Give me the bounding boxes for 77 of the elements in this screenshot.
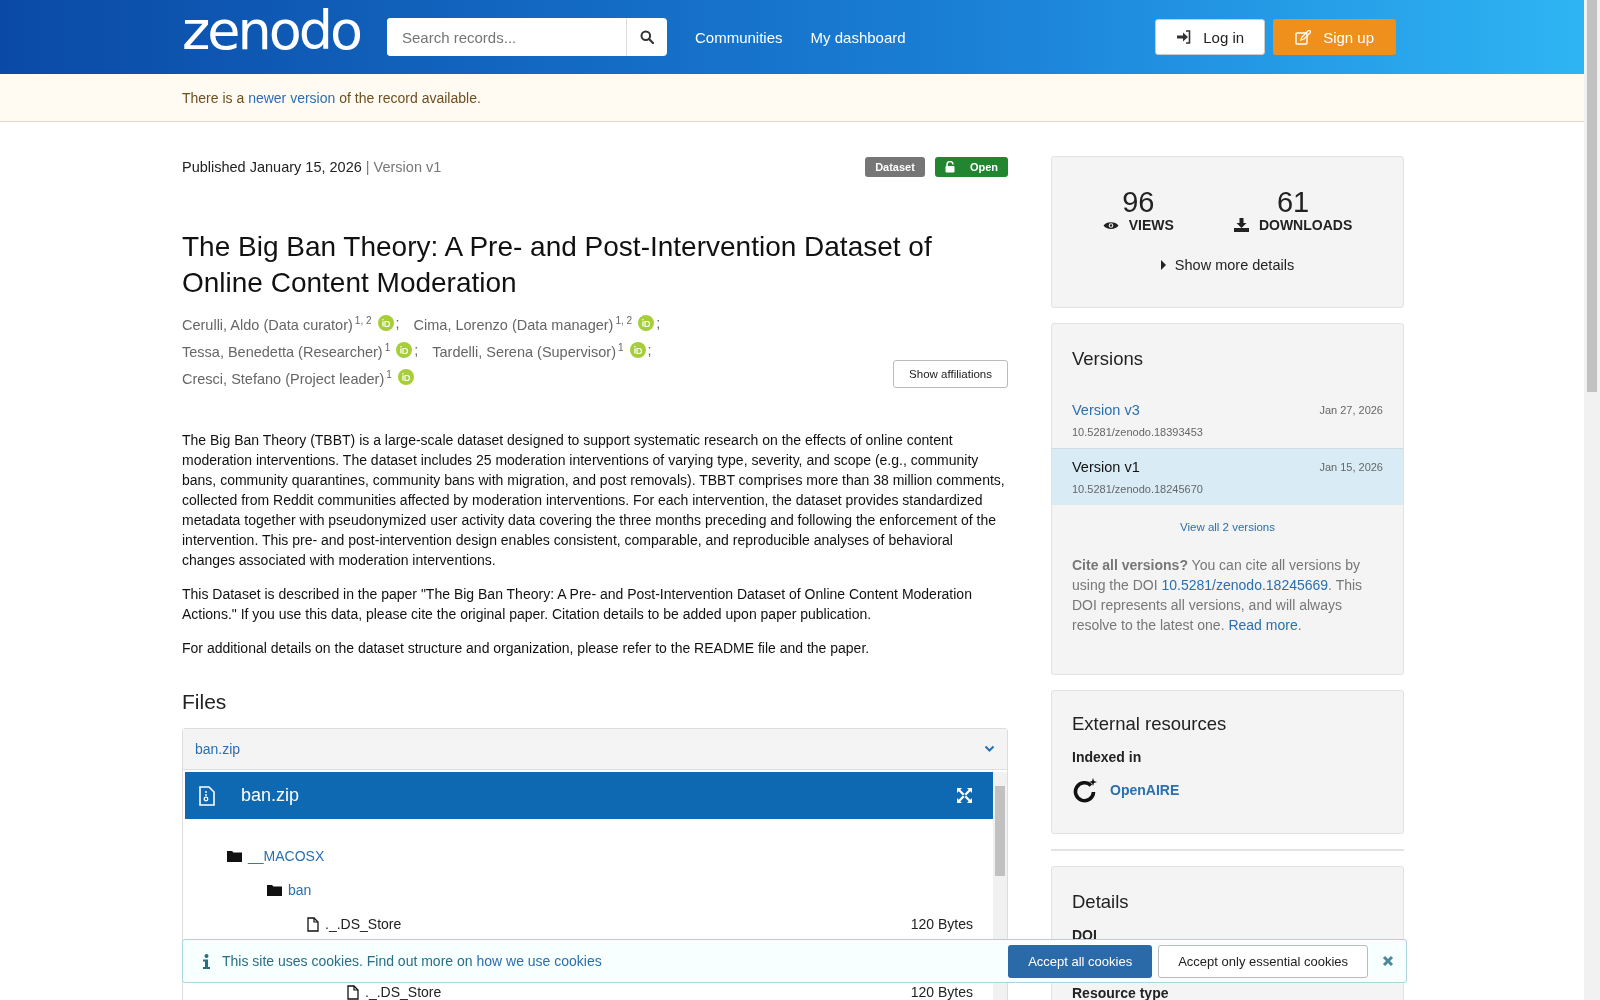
zip-file-icon <box>199 785 215 806</box>
accept-essential-cookies-button[interactable]: Accept only essential cookies <box>1158 944 1368 978</box>
openaire-link[interactable]: OpenAIRE <box>1110 782 1180 798</box>
publication-date: Published January 15, 2026 <box>182 159 362 175</box>
version-item[interactable]: Version v1 Jan 15, 2026 10.5281/zenodo.18245670 <box>1052 449 1403 505</box>
details-heading: Details <box>1071 891 1130 913</box>
indexed-in-label: Indexed in <box>1071 749 1143 765</box>
orcid-icon[interactable] <box>396 342 413 359</box>
external-resources-heading: External resources <box>1071 713 1228 735</box>
access-label: Open <box>934 157 1008 177</box>
login-icon <box>1176 30 1192 44</box>
file-size: 120 Bytes <box>910 984 973 1000</box>
nav-link[interactable]: My dashboard <box>810 28 906 46</box>
cookie-message: This site uses cookies. Find out more on how we use cookies <box>222 953 602 969</box>
preview-title: ban.zip <box>241 785 300 806</box>
file-icon <box>347 984 359 1000</box>
show-more-details-toggle[interactable]: Show more details <box>1072 257 1383 273</box>
file-icon <box>307 916 319 932</box>
resource-type-label: Dataset <box>865 157 925 177</box>
folder-icon <box>227 850 242 862</box>
separator: ; <box>656 315 661 332</box>
files-heading: Files <box>182 690 228 714</box>
record-title: The Big Ban Theory: A Pre- and Post-Intervention Dataset of Online Content Moderation <box>182 230 933 300</box>
unlock-icon <box>944 161 956 173</box>
downloads-count: 61 <box>1276 187 1310 217</box>
close-icon[interactable] <box>1382 955 1394 967</box>
eye-icon <box>1102 219 1119 231</box>
edit-icon <box>1295 29 1312 45</box>
file-name: ._.DS_Store <box>325 916 402 932</box>
creator-name[interactable]: Tardelli, Serena (Supervisor)$^{1}$ <box>432 341 624 360</box>
site-logo[interactable]: zenodo <box>182 4 387 58</box>
description-paragraph: This Dataset is described in the paper "The Big Ban Theory: A Pre- and Post-Intervention Dataset of Online Content Moderation Actions." If you use this data, please cite the original paper. Citation details to be added upon paper publication. <box>182 585 973 624</box>
nav-link[interactable]: Communities <box>695 28 783 46</box>
login-button[interactable]: Log in <box>1155 19 1266 55</box>
file-name: ._.DS_Store <box>365 984 442 1000</box>
page-scrollbar[interactable] <box>1584 0 1600 1000</box>
versions-heading: Versions <box>1071 348 1144 370</box>
orcid-icon[interactable] <box>638 315 655 332</box>
cite-all-versions-text: Cite all versions? You can cite all versions by using the DOI 10.5281/zenodo.18245669. This DOI represents all versions, and will always resolve to the latest one. Read more. <box>1071 556 1364 635</box>
folder-link[interactable]: ban <box>288 882 312 898</box>
concept-doi-link[interactable]: 10.5281/zenodo.18245669 <box>1161 577 1329 593</box>
creator-name[interactable]: Cerulli, Aldo (Data curator)$^{1, 2}$ <box>182 314 372 333</box>
file-accordion[interactable]: ban.zip <box>183 729 1007 770</box>
cookie-policy-link[interactable]: how we use cookies <box>476 953 602 969</box>
separator: ; <box>395 315 400 332</box>
creator-name[interactable]: Tessa, Benedetta (Researcher)$^{1}$ <box>182 341 391 360</box>
views-label: VIEWS <box>1128 217 1174 233</box>
chevron-icon <box>984 745 995 753</box>
newer-version-link[interactable]: newer version <box>248 89 336 106</box>
description-paragraph: The Big Ban Theory (TBBT) is a large-scale dataset designed to support systematic research on the effects of online content moderation interventions. The dataset includes 25 moderation interventions of varying type, severity, and scope (e.g., community bans, community quarantines, community bans with migration, and post removals). TBBT comprises more than 38 million comments, collected from Reddit communities affected by moderation interventions. For each intervention, the dataset provides standardized metadata together with pseudonymized user activity data covering the three months preceding and following the enforcement of the intervention. This pre- and post-intervention design enables consistent, comparable, and reproducible analyses of behavioral changes associated with moderation interventions. <box>182 431 1006 570</box>
downloads-label: DOWNLOADS <box>1258 217 1353 233</box>
version-label: | Version v1 <box>365 159 442 175</box>
orcid-icon[interactable] <box>377 315 394 332</box>
caret-icon <box>1160 260 1167 270</box>
ring-logo-icon <box>1072 777 1098 803</box>
description-paragraph: For additional details on the dataset structure and organization, please refer to the README file and the paper. <box>182 639 871 658</box>
expand-icon[interactable] <box>956 787 973 804</box>
orcid-icon[interactable] <box>629 342 646 359</box>
creator-name[interactable]: Cresci, Stefano (Project leader)$^{1}$ <box>182 368 392 387</box>
file-size: 120 Bytes <box>910 916 973 932</box>
notice-text: There is a newer version of the record available. <box>182 89 481 106</box>
separator: ; <box>647 342 652 359</box>
search-icon <box>640 30 654 44</box>
orcid-icon[interactable] <box>397 369 414 386</box>
download-icon <box>1233 218 1249 232</box>
search-field[interactable]: Search records... <box>387 18 667 56</box>
accept-all-cookies-button[interactable]: Accept all cookies <box>1008 944 1153 978</box>
detail-field-label: Resource type <box>1071 985 1170 1000</box>
folder-link[interactable]: __MACOSX <box>248 848 325 864</box>
read-more-link[interactable]: Read more <box>1228 617 1298 633</box>
separator: ; <box>414 342 419 359</box>
folder-icon <box>267 884 282 896</box>
views-count: 96 <box>1122 187 1155 217</box>
creator-name[interactable]: Cima, Lorenzo (Data manager)$^{1, 2}$ <box>413 314 633 333</box>
info-icon <box>203 953 210 969</box>
view-all-versions-link[interactable]: View all 2 versions <box>1180 521 1275 533</box>
show-affiliations-button[interactable]: Show affiliations <box>893 360 1008 388</box>
